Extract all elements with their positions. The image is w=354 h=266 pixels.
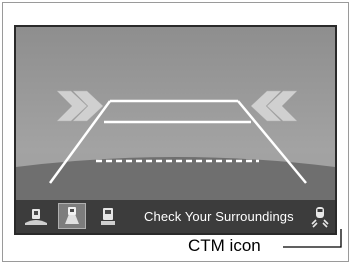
wide-view-button[interactable] [22,203,50,229]
ctm-icon [311,207,329,228]
callout-label: CTM icon [188,236,261,255]
rearview-camera-screen: Check Your Surroundings [14,25,337,235]
status-message: Check Your Surroundings [144,209,294,224]
normal-view-icon [65,207,79,224]
top-down-view-button[interactable] [94,203,122,229]
normal-view-button[interactable] [58,203,86,229]
wide-view-icon [25,209,47,225]
top-down-view-icon [101,208,115,225]
camera-control-bar: Check Your Surroundings [16,200,335,233]
